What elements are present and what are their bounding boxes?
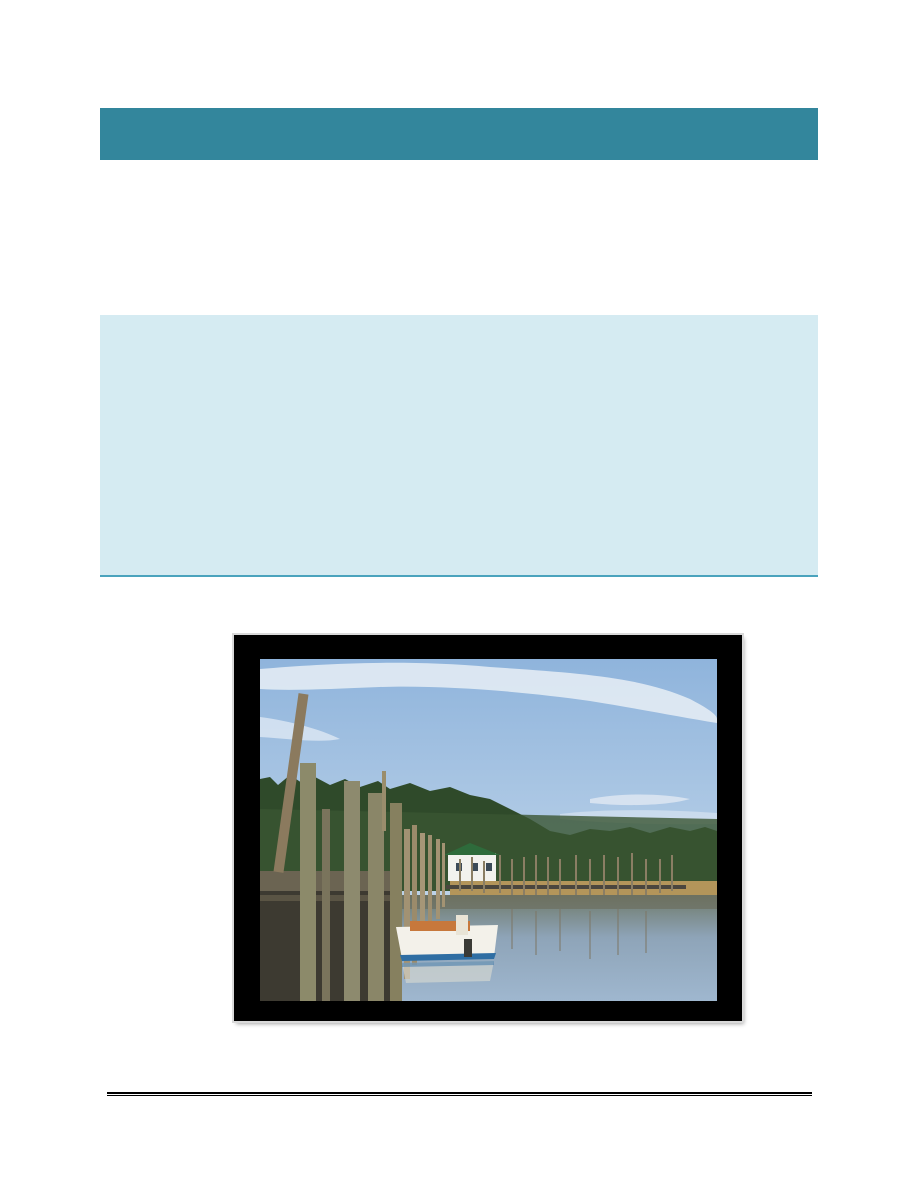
info-callout-box [100, 315, 818, 577]
photo-frame [234, 635, 742, 1021]
footer-rule [107, 1092, 812, 1096]
section-title-band [100, 108, 818, 160]
marsh-dock-photo [260, 659, 717, 1001]
